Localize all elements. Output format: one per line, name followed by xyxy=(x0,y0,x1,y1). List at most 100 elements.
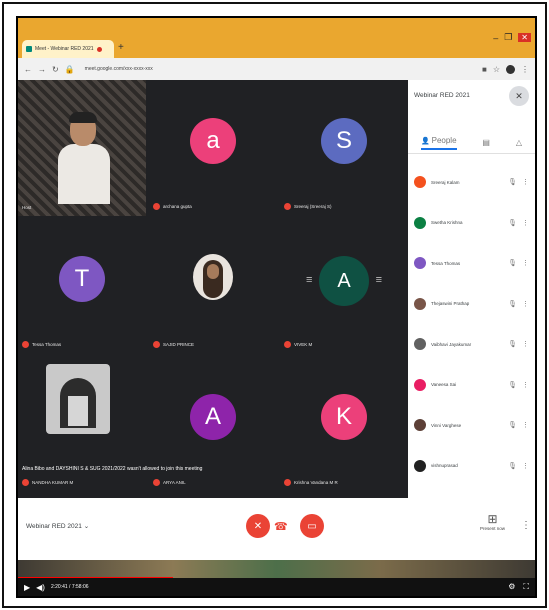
more-options-icon[interactable]: ⋮ xyxy=(522,178,529,186)
volume-icon[interactable]: ◀) xyxy=(36,583,45,592)
participant-tile[interactable]: S Sreeraj (Sreeraj S) xyxy=(280,80,408,216)
tab-activities[interactable]: △ xyxy=(516,138,522,147)
player-right-controls: ⚙ ⛶ xyxy=(508,582,529,592)
mic-off-icon xyxy=(284,203,291,210)
close-icon[interactable]: ✕ xyxy=(509,86,529,106)
more-options-icon[interactable]: ⋮ xyxy=(522,462,529,470)
star-icon[interactable]: ☆ xyxy=(493,65,500,74)
plus-icon[interactable]: + xyxy=(118,42,124,53)
mic-off-icon[interactable]: 🎙 xyxy=(508,219,517,227)
camera-permission-icon[interactable]: ■ xyxy=(482,65,487,74)
forward-icon[interactable]: → xyxy=(38,65,46,74)
present-icon: ⊞ xyxy=(487,512,498,526)
url-field[interactable]: meet.google.com/xxx-xxxx-xxx xyxy=(85,66,153,72)
more-options-icon[interactable]: ⋮ xyxy=(522,340,529,348)
playback-time: 2:20:41 / 7:58:06 xyxy=(50,584,89,590)
participant-name: Tessa Thomas xyxy=(431,260,461,266)
reload-icon[interactable]: ↻ xyxy=(52,65,59,74)
mic-off-icon[interactable]: 🎙 xyxy=(508,340,517,348)
mic-off-icon[interactable]: 🎙 xyxy=(508,421,517,429)
address-bar-actions: ■ ☆ ⋮ xyxy=(482,64,529,74)
profile-photo xyxy=(193,254,233,300)
participant-tile[interactable]: SAJID PRINCE xyxy=(149,218,277,354)
end-call-icon[interactable]: ☎ xyxy=(274,520,288,533)
more-options-icon[interactable]: ⋮ xyxy=(522,259,529,267)
more-options-icon[interactable]: ⋮ xyxy=(522,381,529,389)
participant-name: Sreeraj (Sreeraj S) xyxy=(284,203,332,210)
participant-name: Swetha Krishna xyxy=(431,220,463,226)
browser-tab[interactable]: Meet - Webinar RED 2021 xyxy=(22,40,114,58)
meeting-grid: Host a archana gupta S Sreeraj (Sreeraj … xyxy=(18,80,408,498)
browser-tab-bar: Meet - Webinar RED 2021 + – ❐ ✕ xyxy=(18,18,535,58)
participant-name: Sreeraj Kalam xyxy=(431,179,460,185)
participant-name: SAJID PRINCE xyxy=(153,341,194,348)
mic-off-icon xyxy=(22,479,29,486)
participant-tile[interactable]: ≡ A ≡ VIVEK M xyxy=(280,218,408,354)
participant-tile[interactable]: a archana gupta xyxy=(149,80,277,216)
host-video xyxy=(58,112,110,214)
mic-off-icon xyxy=(153,341,160,348)
letter-avatar: A xyxy=(190,394,236,440)
profile-avatar[interactable] xyxy=(506,64,515,74)
back-icon[interactable]: ← xyxy=(24,65,32,74)
panel-tabs: 👤 People ▤ △ xyxy=(408,132,535,154)
participant-row[interactable]: Vaibhavi Jayakumar 🎙 ⋮ xyxy=(408,324,535,365)
participant-name: Vaneesa Sai xyxy=(431,382,457,388)
avatar xyxy=(414,459,426,472)
participant-row[interactable]: Vaneesa Sai 🎙 ⋮ xyxy=(408,365,535,406)
window-controls: – ❐ ✕ xyxy=(493,32,531,43)
meeting-name[interactable]: Webinar RED 2021 ⌄ xyxy=(26,522,89,530)
player-controls: ▶ ◀) 2:20:41 / 7:58:06 ⚙ ⛶ xyxy=(18,578,535,596)
participant-name: vishnuprasad xyxy=(431,463,458,469)
mic-off-icon xyxy=(22,341,29,348)
participant-name: ARYA ANIL xyxy=(153,479,186,486)
more-options-icon[interactable]: ⋮ xyxy=(521,520,531,531)
participant-name: VIVEK M xyxy=(284,341,312,348)
participant-row[interactable]: vishnuprasad 🎙 ⋮ xyxy=(408,446,535,487)
participant-name: Vinni Varghese xyxy=(431,422,462,428)
more-options-icon[interactable]: ⋮ xyxy=(522,421,529,429)
participant-name: Tessa Thomas xyxy=(22,341,61,348)
participant-row[interactable]: Thejaswini Prathap 🎙 ⋮ xyxy=(408,284,535,325)
participant-row[interactable]: Vinni Varghese 🎙 ⋮ xyxy=(408,405,535,446)
meeting-controls: Webinar RED 2021 ⌄ ✕ ☎ ▭ ⊞ Present now ⋮ xyxy=(18,498,535,560)
participant-tile[interactable]: Host xyxy=(18,80,146,216)
tab-title: Meet - Webinar RED 2021 xyxy=(35,46,94,52)
desktop-taskbar xyxy=(18,560,535,578)
participant-row[interactable]: Sreeraj Kalam 🎙 ⋮ xyxy=(408,162,535,203)
participant-list: Sreeraj Kalam 🎙 ⋮ Swetha Krishna 🎙 ⋮ Tessa Tho… xyxy=(408,162,535,486)
more-options-icon[interactable]: ⋮ xyxy=(522,219,529,227)
participant-name: Krishna Vandana M R xyxy=(284,479,338,486)
present-now-button[interactable]: ⊞ Present now xyxy=(480,512,505,531)
mic-off-icon xyxy=(153,479,160,486)
mic-off-icon[interactable]: 🎙 xyxy=(508,300,517,308)
minimize-button[interactable]: – xyxy=(493,33,498,43)
mic-off-icon xyxy=(153,203,160,210)
participant-row[interactable]: Tessa Thomas 🎙 ⋮ xyxy=(408,243,535,284)
mic-off-icon xyxy=(284,341,291,348)
participant-row[interactable]: Swetha Krishna 🎙 ⋮ xyxy=(408,203,535,244)
settings-icon[interactable]: ⚙ xyxy=(508,582,515,592)
speaking-wave-icon: ≡ xyxy=(375,274,382,286)
fullscreen-icon[interactable]: ⛶ xyxy=(523,582,529,592)
mic-off-icon[interactable]: 🎙 xyxy=(508,178,517,186)
participant-tile[interactable]: T Tessa Thomas xyxy=(18,218,146,354)
camera-off-icon[interactable]: ▭ xyxy=(300,514,324,538)
play-icon[interactable]: ▶ xyxy=(24,583,30,592)
participant-name: archana gupta xyxy=(153,203,192,210)
menu-icon[interactable]: ⋮ xyxy=(521,65,529,74)
more-options-icon[interactable]: ⋮ xyxy=(522,300,529,308)
avatar xyxy=(414,257,426,270)
mic-off-icon xyxy=(284,479,291,486)
panel-title: Webinar RED 2021 xyxy=(414,92,470,99)
mic-off-icon[interactable]: 🎙 xyxy=(508,259,517,267)
mic-off-icon[interactable]: 🎙 xyxy=(508,381,517,389)
mic-off-icon[interactable]: ✕ xyxy=(246,514,270,538)
monitor-screen: Meet - Webinar RED 2021 + – ❐ ✕ ← → ↻ 🔒 … xyxy=(16,16,537,598)
tab-people[interactable]: 👤 People xyxy=(420,136,457,150)
tab-chat[interactable]: ▤ xyxy=(482,138,490,147)
maximize-button[interactable]: ❐ xyxy=(504,32,512,43)
close-button[interactable]: ✕ xyxy=(518,33,531,42)
avatar xyxy=(414,419,426,432)
mic-off-icon[interactable]: 🎙 xyxy=(508,462,517,470)
